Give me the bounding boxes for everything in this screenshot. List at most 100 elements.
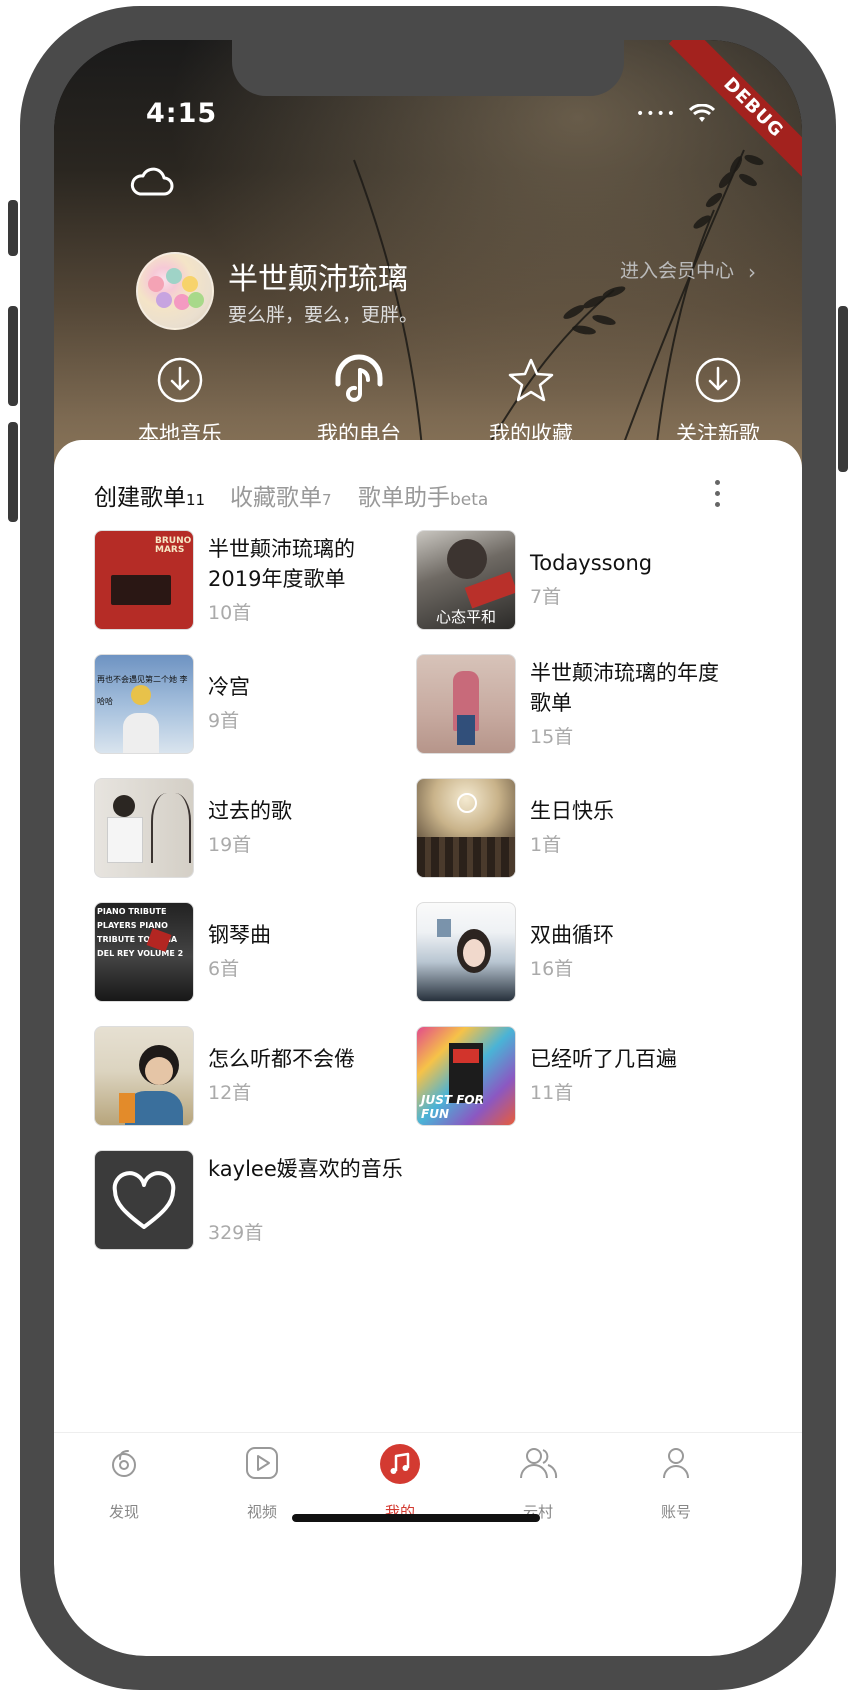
playlist-item[interactable]: 过去的歌 19首 bbox=[94, 778, 414, 878]
nav-label: 发现 bbox=[108, 1503, 139, 1521]
status-time: 4:15 bbox=[146, 98, 218, 129]
chevron-right-icon: › bbox=[748, 260, 756, 284]
quick-action-follow-new-songs[interactable]: 关注新歌 bbox=[648, 356, 788, 446]
nav-mine[interactable]: 我的 bbox=[345, 1443, 455, 1521]
playlist-cover: 心态平和 bbox=[416, 530, 516, 630]
cover-text: BRUNO MARS bbox=[155, 536, 192, 555]
status-indicators: •••• bbox=[636, 103, 716, 124]
playlist-cover: BRUNO MARS bbox=[94, 530, 194, 630]
playlist-cover: 再也不会遇见第二个她 李哈哈 bbox=[94, 654, 194, 754]
tab-playlist-assistant[interactable]: 歌单助手beta bbox=[358, 478, 488, 512]
volume-up-button bbox=[8, 306, 18, 406]
playlist-item[interactable]: kaylee媛喜欢的音乐 329首 bbox=[94, 1150, 414, 1250]
playlist-cover bbox=[94, 1026, 194, 1126]
cover-text: 再也不会遇见第二个她 李哈哈 bbox=[97, 675, 188, 706]
nav-community[interactable]: 云村 bbox=[483, 1445, 593, 1521]
playlist-count: 12首 bbox=[208, 1082, 252, 1104]
playlist-cover bbox=[94, 1150, 194, 1250]
crowd-shape bbox=[417, 837, 515, 877]
profile-header: 4:15 •••• DEBUG 半世颠沛琉璃 要么胖，要么，更胖。 进入会员中心… bbox=[54, 40, 802, 470]
notch bbox=[232, 40, 624, 96]
playlist-cover bbox=[94, 778, 194, 878]
nav-label: 账号 bbox=[660, 1503, 691, 1521]
person-shape bbox=[123, 713, 159, 753]
star-icon bbox=[508, 358, 554, 402]
nav-discover[interactable]: 发现 bbox=[69, 1445, 179, 1521]
tab-created-playlists[interactable]: 创建歌单11 bbox=[94, 478, 205, 512]
tab-count: beta bbox=[450, 490, 489, 510]
more-dot bbox=[714, 502, 720, 507]
username[interactable]: 半世颠沛琉璃 bbox=[228, 254, 408, 298]
tab-label: 创建歌单 bbox=[94, 485, 186, 511]
phone-frame: 4:15 •••• DEBUG 半世颠沛琉璃 要么胖，要么，更胖。 进入会员中心… bbox=[8, 6, 848, 1690]
quick-action-my-favorites[interactable]: 我的收藏 bbox=[461, 356, 601, 446]
playlist-count: 16首 bbox=[530, 958, 574, 980]
user-icon bbox=[663, 1448, 689, 1479]
person-head-shape bbox=[113, 795, 135, 817]
mute-switch bbox=[8, 200, 18, 256]
person-head-shape bbox=[447, 539, 487, 579]
cover-text: 心态平和 bbox=[435, 608, 496, 626]
playlist-item[interactable]: 双曲循环 16首 bbox=[416, 902, 736, 1002]
playlist-count: 329首 bbox=[208, 1222, 264, 1244]
playlist-count: 19首 bbox=[208, 834, 252, 856]
tab-label: 歌单助手 bbox=[358, 485, 450, 511]
more-options-icon[interactable] bbox=[710, 480, 724, 513]
nav-account[interactable]: 账号 bbox=[621, 1445, 731, 1521]
cover-text: PIANO TRIBUTE PLAYERS PIANO TRIBUTE TO L… bbox=[97, 907, 184, 958]
jeans-shape bbox=[457, 715, 475, 745]
person-face-shape bbox=[145, 1057, 173, 1085]
playlist-title: 半世颠沛琉璃的2019年度歌单 bbox=[208, 537, 355, 591]
quick-action-my-radio[interactable]: 我的电台 bbox=[289, 354, 429, 446]
playlist-item[interactable]: 生日快乐 1首 bbox=[416, 778, 736, 878]
playlist-title: Todayssong bbox=[530, 551, 653, 575]
nav-video[interactable]: 视频 bbox=[207, 1445, 317, 1521]
tab-count: 7 bbox=[322, 491, 332, 509]
home-indicator[interactable] bbox=[292, 1514, 540, 1522]
more-dot bbox=[714, 480, 720, 485]
playlist-title: 钢琴曲 bbox=[208, 923, 271, 947]
avatar-candy bbox=[156, 292, 172, 308]
playlist-item[interactable]: 半世颠沛琉璃的年度歌单 15首 bbox=[416, 654, 736, 754]
playlist-count: 6首 bbox=[208, 958, 240, 980]
playlist-cover: JUST FOR FUN bbox=[416, 1026, 516, 1126]
playlist-title: kaylee媛喜欢的音乐 bbox=[208, 1157, 403, 1181]
playlist-title: 生日快乐 bbox=[530, 799, 614, 823]
playlist-title: 过去的歌 bbox=[208, 799, 292, 823]
netease-music-icon bbox=[112, 1450, 136, 1477]
playlist-item[interactable]: PIANO TRIBUTE PLAYERS PIANO TRIBUTE TO L… bbox=[94, 902, 414, 1002]
screen: 4:15 •••• DEBUG 半世颠沛琉璃 要么胖，要么，更胖。 进入会员中心… bbox=[54, 40, 802, 1656]
avatar-candy bbox=[182, 276, 198, 292]
tree-shape bbox=[151, 793, 191, 863]
cover-text: JUST FOR FUN bbox=[421, 1093, 484, 1121]
music-note-icon bbox=[380, 1444, 420, 1484]
playlist-title: 半世颠沛琉璃的年度歌单 bbox=[530, 661, 719, 715]
signal-icon: •••• bbox=[636, 106, 678, 122]
avatar-candy bbox=[148, 276, 164, 292]
user-signature: 要么胖，要么，更胖。 bbox=[228, 304, 419, 326]
more-dot bbox=[714, 491, 720, 496]
tab-count: 11 bbox=[186, 491, 206, 509]
users-icon bbox=[520, 1448, 558, 1479]
playlist-item[interactable]: JUST FOR FUN 已经听了几百遍 11首 bbox=[416, 1026, 736, 1126]
tab-collected-playlists[interactable]: 收藏歌单7 bbox=[230, 478, 332, 512]
playlist-item[interactable]: BRUNO MARS 半世颠沛琉璃的2019年度歌单 10首 bbox=[94, 530, 414, 630]
playlist-item[interactable]: 怎么听都不会倦 12首 bbox=[94, 1026, 414, 1126]
playlist-count: 11首 bbox=[530, 1082, 574, 1104]
playlist-item[interactable]: 再也不会遇见第二个她 李哈哈 冷宫 9首 bbox=[94, 654, 414, 754]
playlist-item[interactable]: 心态平和 Todayssong 7首 bbox=[416, 530, 736, 630]
wifi-icon bbox=[689, 103, 716, 122]
playlist-count: 15首 bbox=[530, 726, 574, 748]
playlist-cover bbox=[416, 902, 516, 1002]
playlist-count: 1首 bbox=[530, 834, 562, 856]
quick-action-local-music[interactable]: 本地音乐 bbox=[110, 356, 250, 446]
volume-down-button bbox=[8, 422, 18, 522]
cloud-icon[interactable] bbox=[128, 162, 174, 198]
piano-shape bbox=[111, 575, 171, 605]
vip-center-link[interactable]: 进入会员中心 bbox=[620, 256, 734, 283]
avatar[interactable] bbox=[136, 252, 214, 330]
playlist-title: 已经听了几百遍 bbox=[530, 1047, 677, 1071]
avatar-candy bbox=[188, 292, 204, 308]
playlist-count: 9首 bbox=[208, 710, 240, 732]
bottom-nav: 发现 视频 我的 云村 账号 bbox=[54, 1432, 802, 1543]
